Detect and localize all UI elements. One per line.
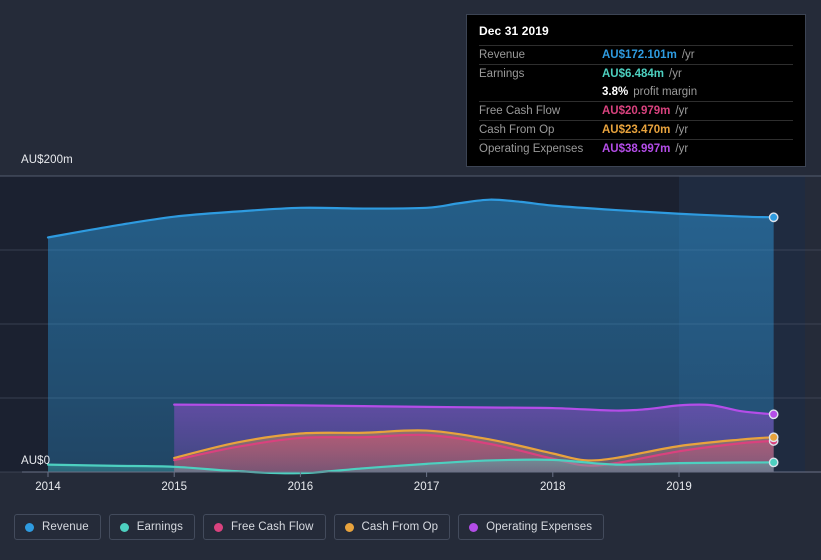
tooltip-row-value: AU$172.101m/yr [602,49,695,61]
endpoint-marker-earnings[interactable] [768,457,779,468]
x-axis-label-2015: 2015 [161,481,187,493]
legend-item-operating-expenses[interactable]: Operating Expenses [458,514,605,540]
y-axis-label-zero: AU$0 [21,455,51,467]
tooltip-row-label: Revenue [479,49,526,61]
legend-color-dot-icon [213,522,223,532]
legend-color-dot-icon [119,522,129,532]
chart-legend[interactable]: Revenue Earnings Free Cash Flow Cash From O… [14,514,605,540]
tooltip-row: Cash From Op AU$23.470m/yr [479,120,793,139]
x-axis-label-2019: 2019 [666,481,692,493]
tooltip-row: Revenue AU$172.101m/yr [479,45,793,64]
legend-color-dot-icon [344,522,354,532]
tooltip-row-unit: /yr [675,143,689,155]
legend-item-earnings[interactable]: Earnings [108,514,195,540]
tooltip-row-unit: /yr [681,49,695,61]
legend-item-revenue[interactable]: Revenue [14,514,101,540]
tooltip-row: Earnings AU$6.484m/yr [479,64,793,83]
tooltip-row-value: AU$20.979m/yr [602,105,689,117]
endpoint-marker-operating-expenses[interactable] [768,409,779,420]
tooltip-row-unit: /yr [675,105,689,117]
tooltip-row-label: Free Cash Flow [479,105,561,117]
financial-chart-page: AU$200m AU$0 2014 2015 2016 2017 2018 2019 De… [0,0,821,560]
legend-color-dot-icon [25,522,34,532]
x-axis-label-2018: 2018 [540,481,566,493]
x-axis-label-2014: 2014 [35,481,61,493]
data-tooltip: Dec 31 2019 Revenue AU$172.101m/yr Earning… [466,14,806,167]
tooltip-row-label: Cash From Op [479,124,555,136]
legend-item-label: Revenue [42,521,89,533]
endpoint-marker-revenue[interactable] [768,212,779,223]
legend-item-free-cash-flow[interactable]: Free Cash Flow [202,514,326,540]
x-axis-label-2017: 2017 [413,481,440,493]
tooltip-row-label: Earnings [479,68,525,80]
legend-item-label: Cash From Op [361,521,439,533]
tooltip-title: Dec 31 2019 [479,24,549,38]
y-axis-label-top: AU$200m [21,154,73,166]
legend-color-dot-icon [469,522,479,532]
endpoint-marker-cash-from-op[interactable] [768,432,779,443]
tooltip-row-value: AU$23.470m/yr [602,124,689,136]
tooltip-rows: Revenue AU$172.101m/yr Earnings AU$6.484m/y… [479,45,793,158]
legend-item-label: Earnings [136,521,183,533]
tooltip-row-value: AU$38.997m/yr [602,143,689,155]
tooltip-row-unit: profit margin [633,86,698,98]
tooltip-row-unit: /yr [669,68,682,80]
legend-item-label: Operating Expenses [486,521,593,533]
tooltip-row-unit: /yr [675,124,689,136]
legend-item-cash-from-op[interactable]: Cash From Op [333,514,451,540]
tooltip-row: Operating Expenses AU$38.997m/yr [479,139,793,158]
tooltip-row-label: Operating Expenses [479,143,584,155]
tooltip-row-value: 3.8% profit margin [602,86,698,98]
x-axis-label-2016: 2016 [287,481,314,493]
legend-item-label: Free Cash Flow [230,521,314,533]
tooltip-row: 3.8% profit margin [479,83,793,101]
tooltip-row: Free Cash Flow AU$20.979m/yr [479,101,793,120]
tooltip-row-value: AU$6.484m/yr [602,68,682,80]
